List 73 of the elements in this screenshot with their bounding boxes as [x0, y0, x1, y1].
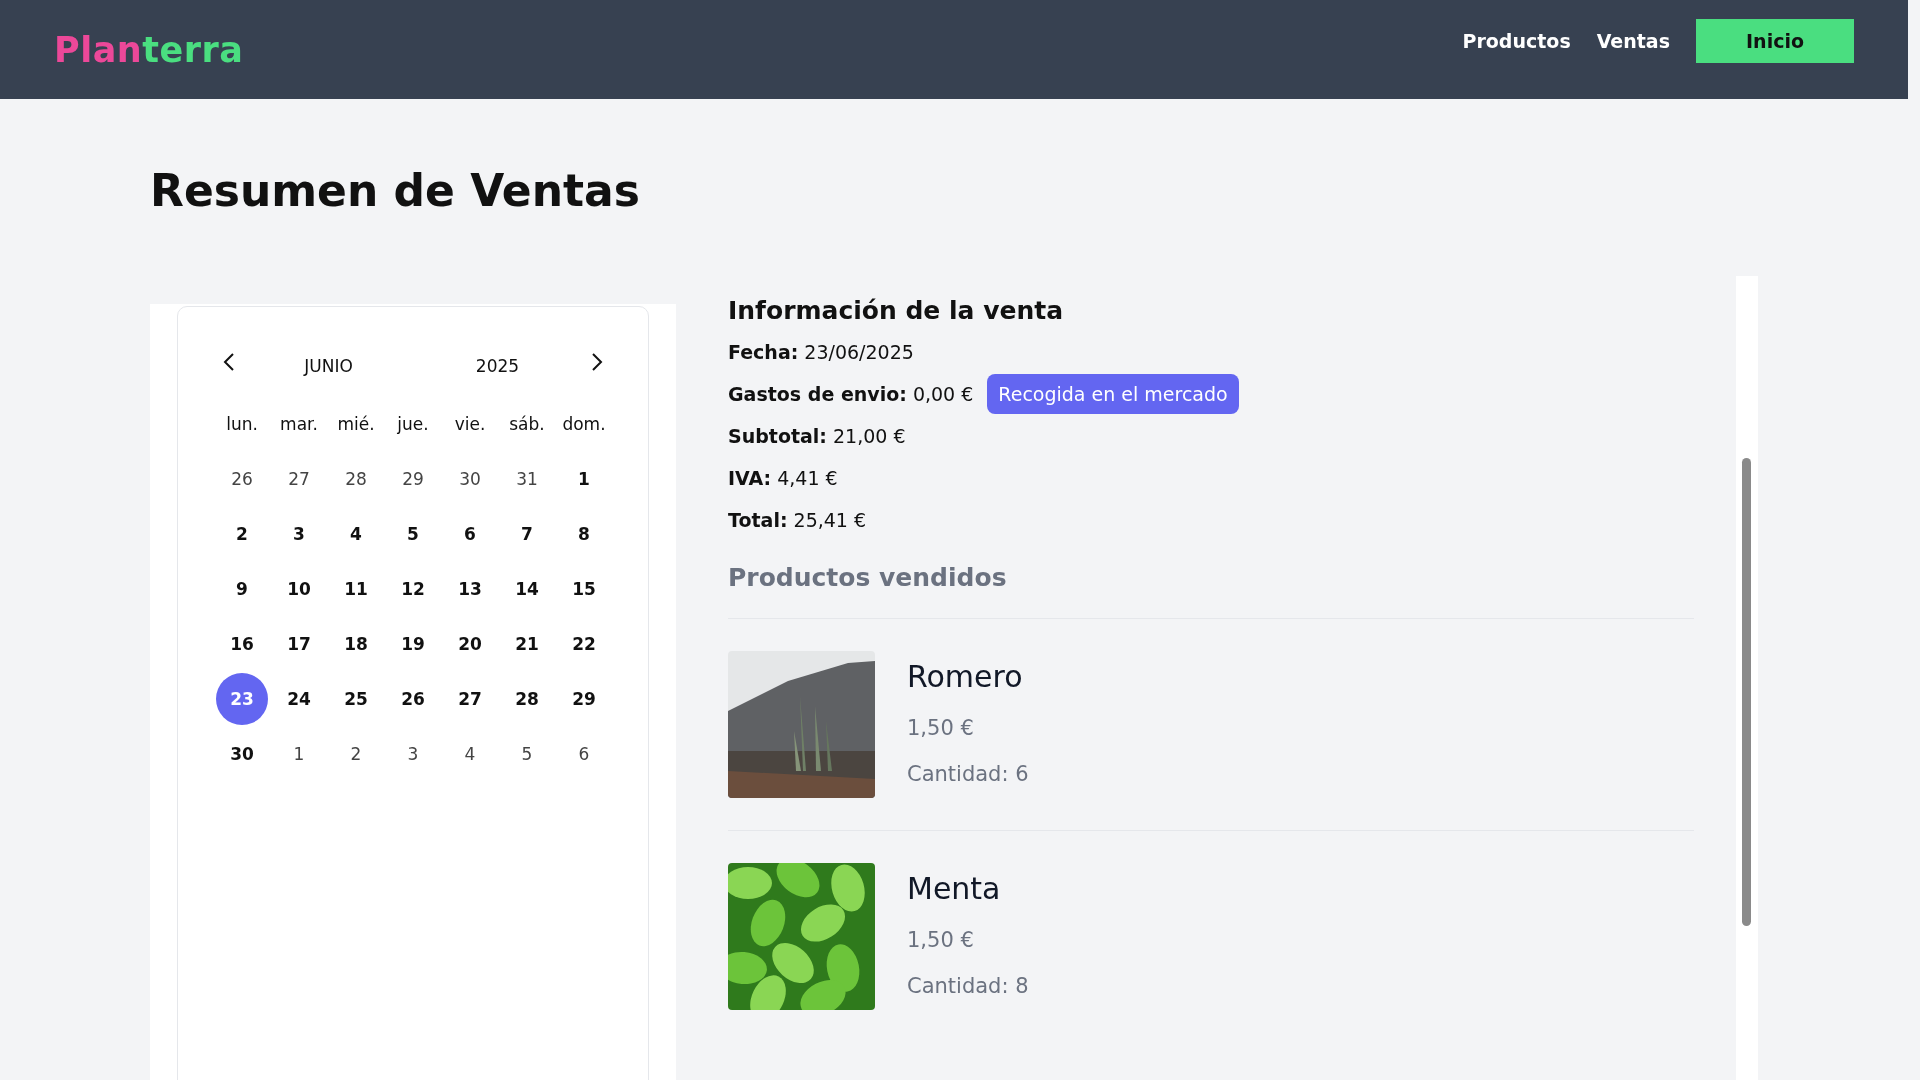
info-line: Subtotal: 21,00 €	[728, 425, 906, 447]
calendar-day[interactable]: 10	[273, 562, 325, 615]
section-title: Productos vendidos	[728, 563, 1694, 619]
calendar-day[interactable]: 15	[558, 562, 610, 615]
info-line: Gastos de envio: 0,00 €	[728, 383, 974, 405]
calendar-day[interactable]: 30	[216, 727, 268, 780]
calendar-day[interactable]: 31	[501, 452, 553, 505]
nav-link[interactable]: Ventas	[1596, 29, 1670, 52]
weekday-label: dom.	[561, 413, 607, 436]
calendar-day[interactable]: 11	[330, 562, 382, 615]
calendar-day[interactable]: 18	[330, 617, 382, 670]
section-title: Información de la venta	[728, 296, 1065, 325]
product-name: Menta	[907, 871, 1002, 906]
page-title: Resumen de Ventas	[150, 164, 641, 218]
info-line: IVA: 4,41 €	[728, 467, 838, 489]
calendar-day[interactable]: 26	[216, 452, 268, 505]
calendar-day[interactable]: 6	[558, 727, 610, 780]
calendar-day[interactable]: 5	[387, 507, 439, 560]
weekday-label: sáb.	[508, 413, 546, 436]
calendar-day[interactable]: 28	[330, 452, 382, 505]
weekday-label: lun.	[225, 413, 259, 436]
delivery-tag: Recogida en el mercado	[987, 374, 1239, 414]
calendar-day[interactable]: 29	[558, 672, 610, 725]
calendar-day[interactable]: 19	[387, 617, 439, 670]
product-quantity: Cantidad: 6	[907, 762, 1029, 786]
product-quantity: Cantidad: 8	[907, 974, 1029, 998]
calendar-day[interactable]: 30	[444, 452, 496, 505]
calendar-day[interactable]: 27	[273, 452, 325, 505]
weekday-label: mié.	[336, 413, 376, 436]
calendar-day[interactable]: 22	[558, 617, 610, 670]
calendar-day[interactable]: 27	[444, 672, 496, 725]
calendar-day[interactable]: 25	[330, 672, 382, 725]
calendar-day[interactable]: 6	[444, 507, 496, 560]
calendar-day[interactable]: 1	[273, 727, 325, 780]
calendar-day[interactable]: 23	[216, 672, 268, 725]
weekday-label: jue.	[396, 413, 430, 436]
calendar-day[interactable]: 1	[558, 452, 610, 505]
calendar-day[interactable]: 3	[387, 727, 439, 780]
nav-link[interactable]: Productos	[1462, 29, 1571, 52]
calendar-day[interactable]: 28	[501, 672, 553, 725]
product-name: Romero	[907, 659, 1024, 694]
calendar-day[interactable]: 13	[444, 562, 496, 615]
calendar-day[interactable]: 17	[273, 617, 325, 670]
calendar-day[interactable]: 4	[444, 727, 496, 780]
chevron-left-icon	[222, 352, 236, 372]
calendar-day[interactable]: 12	[387, 562, 439, 615]
month-label: JUNIO	[302, 356, 354, 376]
calendar-day[interactable]: 4	[330, 507, 382, 560]
product-price: 1,50 €	[907, 716, 975, 740]
scrollbar-thumb[interactable]	[1742, 458, 1751, 926]
calendar-day[interactable]: 9	[216, 562, 268, 615]
calendar-day[interactable]: 5	[501, 727, 553, 780]
calendar-day[interactable]: 8	[558, 507, 610, 560]
calendar-day[interactable]: 3	[273, 507, 325, 560]
calendar-day[interactable]: 26	[387, 672, 439, 725]
home-button[interactable]: Inicio	[1696, 18, 1854, 63]
calendar-day[interactable]: 24	[273, 672, 325, 725]
year-label: 2025	[474, 356, 521, 376]
logo[interactable]: Planterra	[54, 29, 244, 70]
calendar-day[interactable]: 2	[216, 507, 268, 560]
calendar-day[interactable]: 2	[330, 727, 382, 780]
chevron-right-icon	[590, 352, 604, 372]
calendar-day[interactable]: 21	[501, 617, 553, 670]
product-price: 1,50 €	[907, 928, 975, 952]
info-line: Fecha: 23/06/2025	[728, 341, 914, 363]
weekday-label: mar.	[279, 413, 319, 436]
calendar-day[interactable]: 29	[387, 452, 439, 505]
calendar-day[interactable]: 7	[501, 507, 553, 560]
calendar-day[interactable]: 20	[444, 617, 496, 670]
calendar-day[interactable]: 14	[501, 562, 553, 615]
calendar-day[interactable]: 16	[216, 617, 268, 670]
weekday-label: vie.	[453, 413, 487, 436]
info-line: Total: 25,41 €	[728, 509, 867, 531]
